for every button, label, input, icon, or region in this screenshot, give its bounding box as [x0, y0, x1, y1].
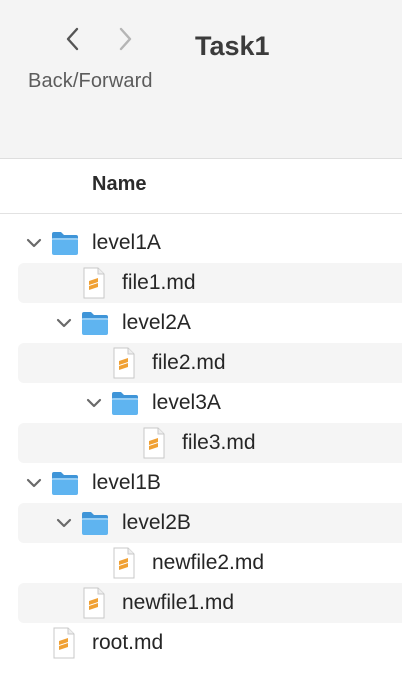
tree-row-label: file3.md [182, 431, 256, 454]
chevron-down-icon[interactable] [26, 236, 42, 250]
chevron-down-icon[interactable] [26, 476, 42, 490]
markdown-file-icon [142, 427, 166, 459]
tree-row-label: level2B [122, 511, 191, 534]
tree-row-file[interactable]: file2.md [18, 343, 402, 383]
markdown-file-icon [112, 547, 136, 579]
chevron-down-icon[interactable] [56, 516, 72, 530]
tree-row-label: level3A [152, 391, 221, 414]
chevron-left-icon [66, 27, 79, 51]
markdown-file-icon [52, 627, 76, 659]
chevron-down-icon[interactable] [86, 396, 102, 410]
nav-caption: Back/Forward [28, 70, 153, 92]
folder-icon [80, 509, 110, 537]
tree-row-file[interactable]: newfile1.md [18, 583, 402, 623]
tree-row-file[interactable]: newfile2.md [18, 543, 402, 583]
folder-icon [80, 309, 110, 337]
tree-row-label: newfile2.md [152, 551, 265, 574]
tree-row-label: level2A [122, 311, 191, 334]
tree-row-folder[interactable]: level1B [18, 463, 402, 503]
window-title: Task1 [195, 31, 270, 61]
tree-row-folder[interactable]: level2A [18, 303, 402, 343]
folder-icon [50, 229, 80, 257]
markdown-file-icon [82, 267, 106, 299]
tree-row-file[interactable]: file3.md [18, 423, 402, 463]
tree-row-label: root.md [92, 631, 164, 654]
markdown-file-icon [82, 587, 106, 619]
tree-row-label: file1.md [122, 271, 196, 294]
folder-icon [50, 469, 80, 497]
tree-row-label: level1A [92, 231, 161, 254]
tree-row-folder[interactable]: level2B [18, 503, 402, 543]
tree-row-file[interactable]: file1.md [18, 263, 402, 303]
column-header-name[interactable]: Name [92, 173, 146, 196]
tree-row-folder[interactable]: level1A [18, 223, 402, 263]
tree-row-file[interactable]: root.md [18, 623, 402, 663]
markdown-file-icon [112, 347, 136, 379]
tree-row-folder[interactable]: level3A [18, 383, 402, 423]
back-button[interactable] [59, 22, 87, 56]
forward-button[interactable] [111, 22, 139, 56]
tree-row-label: level1B [92, 471, 161, 494]
folder-icon [110, 389, 140, 417]
tree-row-label: newfile1.md [122, 591, 235, 614]
chevron-down-icon[interactable] [56, 316, 72, 330]
chevron-right-icon [119, 27, 132, 51]
tree-row-label: file2.md [152, 351, 226, 374]
column-header: Name [0, 159, 402, 214]
toolbar: Back/Forward Task1 [0, 0, 402, 159]
